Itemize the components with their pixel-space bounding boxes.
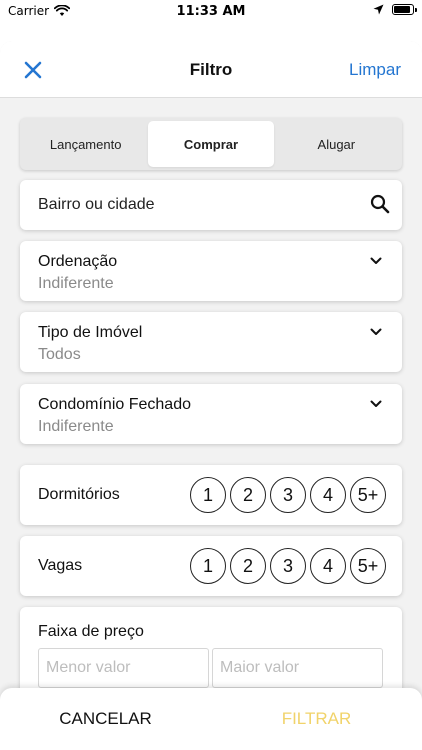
gated-community-value: Indiferente xyxy=(38,418,114,435)
parking-label: Vagas xyxy=(38,557,83,574)
battery-icon xyxy=(392,4,417,15)
min-price-input[interactable] xyxy=(38,648,209,688)
tab-comprar[interactable]: Comprar xyxy=(148,121,274,167)
bedrooms-option-4[interactable]: 4 xyxy=(310,477,346,513)
status-time: 11:33 AM xyxy=(176,4,246,19)
gated-community-select[interactable]: Condomínio Fechado Indiferente xyxy=(20,384,402,444)
bedrooms-label: Dormitórios xyxy=(38,486,120,503)
gated-community-label: Condomínio Fechado xyxy=(38,396,191,413)
transaction-type-tabs: Lançamento Comprar Alugar xyxy=(20,118,402,170)
bottom-action-bar: CANCELAR FILTRAR xyxy=(0,688,422,750)
search-icon[interactable] xyxy=(370,194,390,214)
price-range-label: Faixa de preço xyxy=(38,623,144,640)
property-type-value: Todos xyxy=(38,346,81,363)
bedrooms-option-1[interactable]: 1 xyxy=(190,477,226,513)
parking-row: Vagas 1 2 3 4 5+ xyxy=(20,536,402,596)
tab-lancamento[interactable]: Lançamento xyxy=(23,121,148,167)
bedrooms-options: 1 2 3 4 5+ xyxy=(190,477,386,513)
sort-value: Indiferente xyxy=(38,275,114,292)
bedrooms-option-2[interactable]: 2 xyxy=(230,477,266,513)
filter-button[interactable]: FILTRAR xyxy=(211,688,422,750)
parking-option-3[interactable]: 3 xyxy=(270,548,306,584)
battery-fill xyxy=(394,6,410,13)
status-bar: Carrier 11:33 AM xyxy=(0,0,422,24)
property-type-select[interactable]: Tipo de Imóvel Todos xyxy=(20,312,402,372)
parking-options: 1 2 3 4 5+ xyxy=(190,548,386,584)
cancel-button[interactable]: CANCELAR xyxy=(0,688,211,750)
bedrooms-option-5plus[interactable]: 5+ xyxy=(350,477,386,513)
chevron-down-icon xyxy=(370,328,382,335)
parking-option-5plus[interactable]: 5+ xyxy=(350,548,386,584)
search-field[interactable]: Bairro ou cidade xyxy=(20,180,402,230)
nav-bar: Filtro Limpar xyxy=(0,41,422,98)
bedrooms-option-3[interactable]: 3 xyxy=(270,477,306,513)
search-placeholder: Bairro ou cidade xyxy=(38,196,155,213)
max-price-input[interactable] xyxy=(212,648,383,688)
status-right xyxy=(373,4,417,15)
bedrooms-row: Dormitórios 1 2 3 4 5+ xyxy=(20,465,402,525)
clear-button[interactable]: Limpar xyxy=(349,60,401,80)
location-arrow-icon xyxy=(373,4,384,15)
property-type-label: Tipo de Imóvel xyxy=(38,324,143,341)
sort-select[interactable]: Ordenação Indiferente xyxy=(20,241,402,301)
filter-sheet: Filtro Limpar Lançamento Comprar Alugar … xyxy=(0,41,422,750)
parking-option-2[interactable]: 2 xyxy=(230,548,266,584)
chevron-down-icon xyxy=(370,257,382,264)
chevron-down-icon xyxy=(370,400,382,407)
sort-label: Ordenação xyxy=(38,253,118,270)
tab-alugar[interactable]: Alugar xyxy=(274,121,399,167)
parking-option-1[interactable]: 1 xyxy=(190,548,226,584)
parking-option-4[interactable]: 4 xyxy=(310,548,346,584)
